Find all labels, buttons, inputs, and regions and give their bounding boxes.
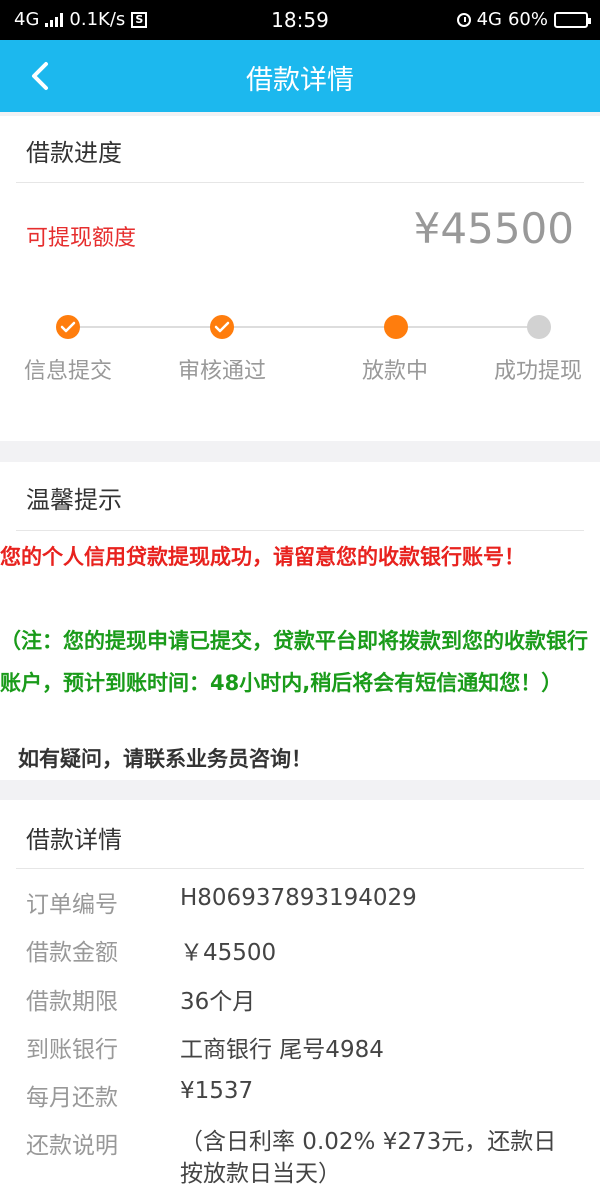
alarm-icon [456,12,471,27]
step-dot-withdrawn [527,315,551,339]
network-type-right: 4G [476,9,502,30]
notice-success-text: 您的个人信用贷款提现成功，请留意您的收款银行账号！ [0,545,525,569]
loan-progress-card: 借款进度 可提现额度 ¥45500 信息提交 审核通过 放款中 成功提现 [0,116,600,441]
available-label: 可提现额度 [26,226,137,251]
detail-label: 订单编号 [26,892,118,918]
detail-value: ¥1537 [180,1078,254,1104]
detail-label: 每月还款 [26,1085,118,1111]
divider [16,182,584,183]
nav-bar: 借款详情 [0,40,600,112]
progress-track [68,326,540,328]
detail-value: ￥45500 [180,940,277,966]
status-bar: 4G 0.1K/s S 18:59 4G 60% [0,0,600,40]
step-dot-review-passed [210,315,234,339]
notice-card: 温馨提示 您的个人信用贷款提现成功，请留意您的收款银行账号！ （注：您的提现申请… [0,462,600,780]
step-dot-info-submitted [56,315,80,339]
detail-value: （含日利率 0.02% ¥273元，还款日按放款日当天） [180,1129,557,1187]
status-right: 4G 60% [456,9,591,30]
step-label-info-submitted: 信息提交 [23,359,113,384]
progress-section-title: 借款进度 [26,139,122,167]
divider [16,530,584,531]
check-icon [60,321,76,333]
notice-section-title: 温馨提示 [26,486,122,514]
available-amount: ¥45500 [413,204,574,253]
page-title: 借款详情 [246,65,354,96]
details-section-title: 借款详情 [26,826,122,854]
loan-details-card: 借款详情 订单编号 H806937893194029 借款金额 ￥45500 借… [0,800,600,1203]
detail-label: 还款说明 [26,1133,118,1159]
detail-label: 借款金额 [26,940,118,966]
step-label-disbursing: 放款中 [361,359,429,384]
step-label-withdrawn: 成功提现 [493,359,583,384]
step-dot-disbursing [384,315,408,339]
detail-label: 到账银行 [26,1037,118,1063]
notice-contact-text: 如有疑问，请联系业务员咨询！ [18,747,312,771]
detail-value: 36个月 [180,989,256,1015]
battery-percent: 60% [507,9,548,30]
battery-icon [554,11,591,28]
notice-note-text: （注：您的提现申请已提交，贷款平台即将拨款到您的收款银行账户，预计到账时间：48… [0,629,588,695]
step-label-review-passed: 审核通过 [177,359,267,384]
detail-label: 借款期限 [26,989,118,1015]
detail-value: H806937893194029 [180,885,417,911]
check-icon [214,321,230,333]
divider [16,868,584,869]
detail-value: 工商银行 尾号4984 [180,1037,384,1063]
